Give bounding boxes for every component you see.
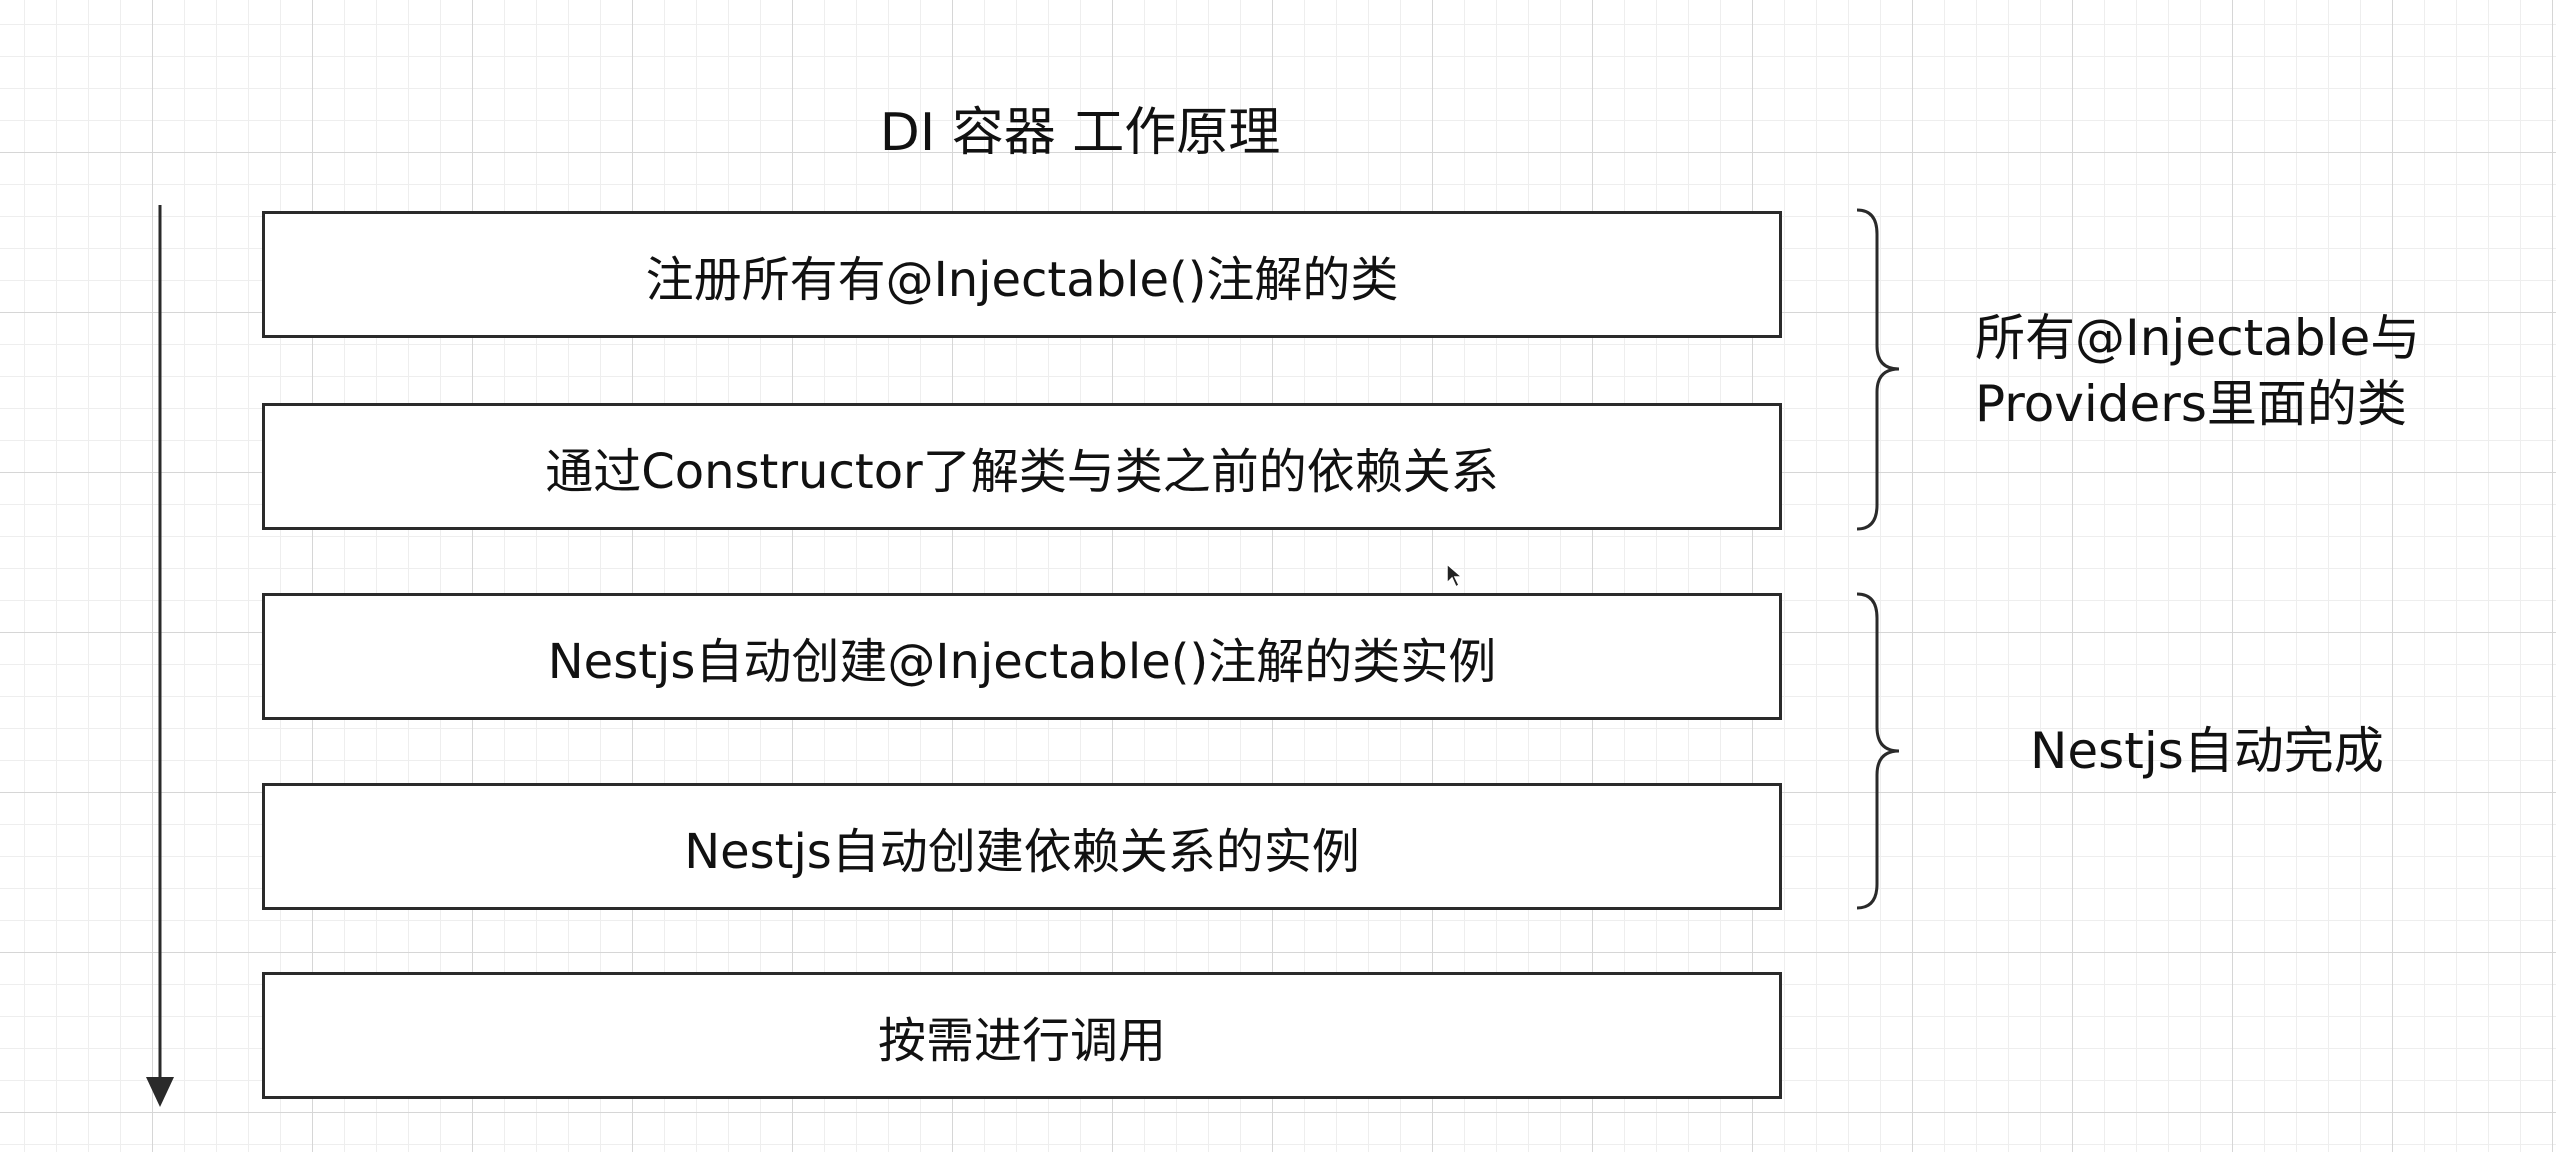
group-label-providers: 所有@Injectable与 Providers里面的类 bbox=[1975, 305, 2420, 437]
group-label-providers-line-2: Providers里面的类 bbox=[1975, 375, 2407, 433]
group-brace-auto bbox=[1856, 592, 1900, 910]
group-label-providers-line-1: 所有@Injectable与 bbox=[1975, 309, 2421, 367]
group-label-auto: Nestjs自动完成 bbox=[2030, 718, 2384, 784]
group-label-auto-line-1: Nestjs自动完成 bbox=[2030, 722, 2384, 780]
step-register-injectables: 注册所有有@Injectable()注解的类 bbox=[262, 211, 1782, 338]
flow-down-arrow bbox=[146, 205, 174, 1107]
group-brace-providers bbox=[1856, 208, 1900, 531]
step-resolve-dependencies: 通过Constructor了解类与类之前的依赖关系 bbox=[262, 403, 1782, 530]
step-create-injectable-instances: Nestjs自动创建@Injectable()注解的类实例 bbox=[262, 593, 1782, 720]
step-create-dependency-instances: Nestjs自动创建依赖关系的实例 bbox=[262, 783, 1782, 910]
step-invoke-on-demand: 按需进行调用 bbox=[262, 972, 1782, 1099]
mouse-cursor-icon bbox=[1446, 563, 1464, 589]
diagram-title: DI 容器 工作原理 bbox=[879, 103, 1281, 163]
